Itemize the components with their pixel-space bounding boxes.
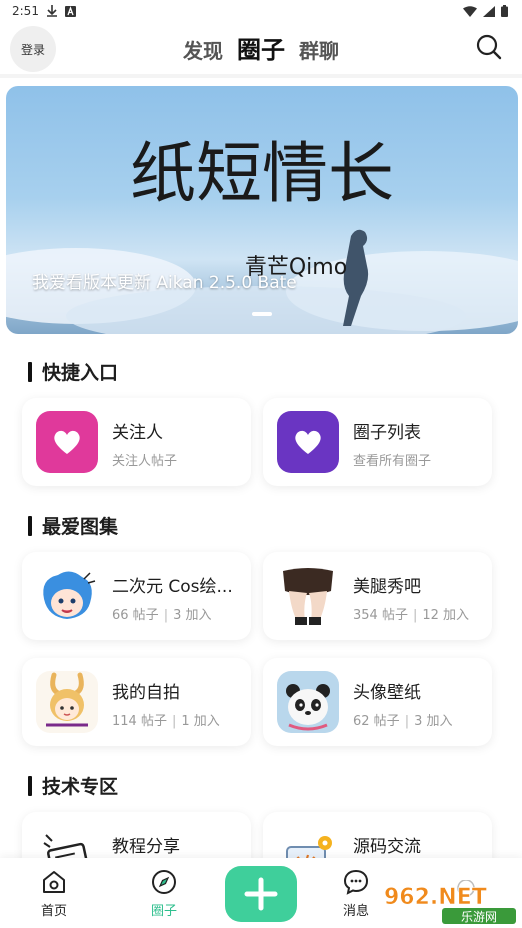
card-following[interactable]: 关注人 关注人帖子: [22, 398, 251, 486]
section-title-tech-zone: 技术专区: [28, 772, 118, 799]
card-title: 源码交流: [353, 837, 421, 857]
legs-photo-icon: [277, 565, 339, 627]
nav-label: 圈子: [150, 904, 177, 919]
app-header: 登录 发现 圈子 群聊: [0, 24, 522, 72]
card-album-cos[interactable]: 二次元 Cos绘... 66 帖子 | 3 加入: [22, 552, 251, 640]
status-bar: 2:51: [0, 0, 522, 22]
card-stats: 66 帖子 | 3 加入: [112, 608, 212, 623]
site-watermark-logo: 962.NET 乐游网: [384, 880, 516, 924]
card-title: 教程分享: [112, 837, 180, 857]
status-time: 2:51: [12, 4, 39, 18]
card-album-wallpaper[interactable]: 头像壁纸 62 帖子 | 3 加入: [263, 658, 492, 746]
card-title: 圈子列表: [353, 423, 421, 443]
download-icon: [46, 5, 57, 17]
nav-label: 消息: [342, 904, 369, 919]
card-title: 头像壁纸: [353, 683, 421, 703]
header-divider: [0, 74, 522, 78]
bunny-girl-icon: [36, 671, 98, 733]
banner-caption: 我爱看版本更新 Aikan 2.5.0 Bate: [32, 273, 297, 293]
section-title-favorite-albums: 最爱图集: [28, 512, 118, 539]
panda-photo-icon: [277, 671, 339, 733]
section-title-quick-entry: 快捷入口: [28, 358, 118, 385]
card-album-selfie[interactable]: 我的自拍 114 帖子 | 1 加入: [22, 658, 251, 746]
card-title: 关注人: [112, 423, 163, 443]
nav-home[interactable]: 首页: [24, 868, 84, 919]
plus-icon: [244, 877, 278, 911]
heart-icon: [36, 411, 98, 473]
wifi-icon: [463, 5, 477, 17]
tab-group-chat[interactable]: 群聊: [299, 35, 339, 64]
card-subtitle: 查看所有圈子: [353, 454, 432, 469]
search-icon[interactable]: [474, 32, 504, 62]
card-stats: 354 帖子 | 12 加入: [353, 608, 470, 623]
tab-circles[interactable]: 圈子: [237, 30, 285, 65]
card-circle-list[interactable]: 圈子列表 查看所有圈子: [263, 398, 492, 486]
card-title: 美腿秀吧: [353, 577, 421, 597]
add-post-button[interactable]: [225, 866, 297, 922]
card-title: 我的自拍: [112, 683, 180, 703]
svg-text:962.NET: 962.NET: [384, 885, 487, 910]
card-album-legs[interactable]: 美腿秀吧 354 帖子 | 12 加入: [263, 552, 492, 640]
tab-discover[interactable]: 发现: [183, 35, 223, 64]
card-stats: 62 帖子 | 3 加入: [353, 714, 453, 729]
carousel-indicator: [252, 312, 272, 316]
message-icon: [343, 869, 369, 895]
nav-messages[interactable]: 消息: [326, 868, 386, 919]
banner-art-title: 纸短情长: [130, 135, 394, 212]
banner-carousel[interactable]: 纸短情长 青芒Qimo 我爱看版本更新 Aikan 2.5.0 Bate: [6, 86, 518, 334]
signal-icon: [483, 5, 495, 17]
app-notification-icon: [64, 5, 76, 17]
card-subtitle: 关注人帖子: [112, 454, 178, 469]
nav-label: 首页: [40, 904, 67, 919]
banner-image: 纸短情长 青芒Qimo: [6, 135, 518, 334]
svg-text:乐游网: 乐游网: [461, 910, 497, 924]
nav-circles[interactable]: 圈子: [134, 868, 194, 919]
compass-icon: [152, 870, 176, 894]
battery-icon: [501, 5, 508, 17]
heart-icon: [277, 411, 339, 473]
anime-avatar-icon: [36, 565, 98, 627]
card-title: 二次元 Cos绘...: [112, 577, 233, 597]
card-stats: 114 帖子 | 1 加入: [112, 714, 220, 729]
top-tabs: 发现 圈子 群聊: [0, 30, 522, 65]
home-icon: [43, 871, 65, 893]
